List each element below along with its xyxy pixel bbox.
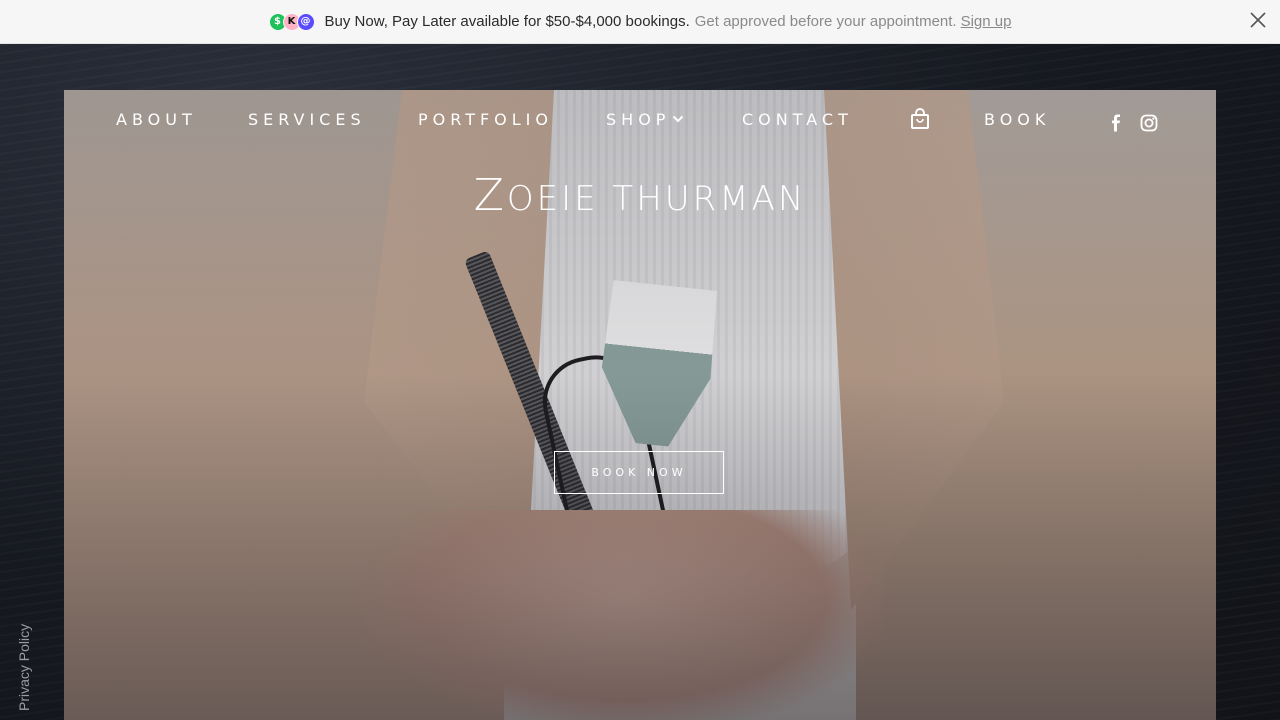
shopping-bag-icon[interactable] xyxy=(910,108,930,130)
nav-portfolio[interactable]: PORTFOLIO xyxy=(418,110,553,129)
nav-services[interactable]: SERVICES xyxy=(248,110,366,129)
book-now-button[interactable]: BOOK NOW xyxy=(554,451,724,494)
site-title: Zoeie thurman xyxy=(64,170,1216,221)
afterpay-icon: @ xyxy=(296,12,315,31)
banner-signup-link[interactable]: Sign up xyxy=(961,13,1012,30)
bnpl-logos: $ K @ xyxy=(268,12,315,31)
banner-sub-text: Get approved before your appointment. xyxy=(694,13,957,30)
bnpl-banner: $ K @ Buy Now, Pay Later available for $… xyxy=(0,0,1280,44)
chevron-down-icon xyxy=(673,115,684,123)
close-icon[interactable] xyxy=(1248,10,1268,30)
nav-shop-label: SHOP xyxy=(606,110,671,129)
facebook-icon[interactable] xyxy=(1110,114,1122,132)
site-title-rest: oeie thurman xyxy=(506,179,807,219)
site-title-initial: Z xyxy=(473,170,507,221)
nav-about[interactable]: ABOUT xyxy=(116,110,197,129)
nav-contact[interactable]: CONTACT xyxy=(742,110,853,129)
banner-main-text: Buy Now, Pay Later available for $50-$4,… xyxy=(324,13,690,30)
nav-book[interactable]: BOOK xyxy=(984,110,1050,129)
nav-shop[interactable]: SHOP xyxy=(606,110,684,129)
instagram-icon[interactable] xyxy=(1140,114,1158,132)
privacy-policy-link[interactable]: Privacy Policy xyxy=(16,624,32,711)
main-nav: ABOUT SERVICES PORTFOLIO SHOP CONTACT BO… xyxy=(64,90,1216,150)
